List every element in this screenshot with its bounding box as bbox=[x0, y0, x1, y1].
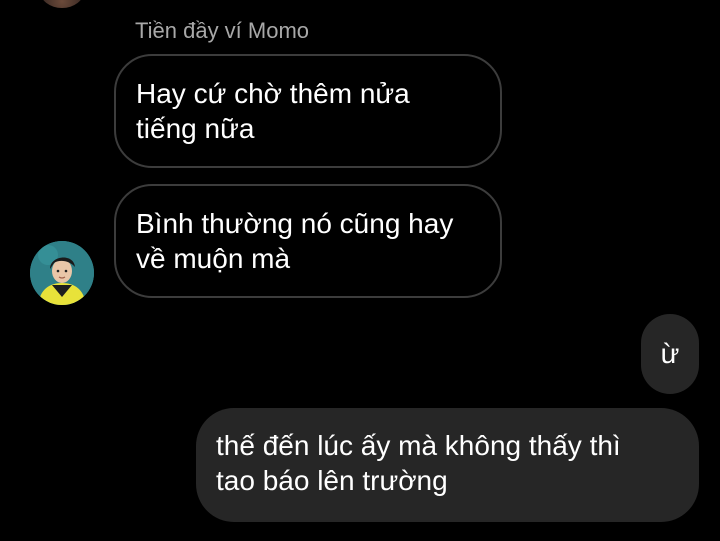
outgoing-message-bubble[interactable]: thế đến lúc ấy mà không thấy thì tao báo… bbox=[196, 408, 699, 522]
sender-name: Tiền đầy ví Momo bbox=[135, 18, 310, 43]
avatar-photo-icon bbox=[30, 241, 94, 305]
message-text-line: Hay cứ chờ thêm nửa bbox=[136, 78, 410, 109]
message-text-line: tiếng nữa bbox=[136, 113, 255, 144]
sender-avatar[interactable] bbox=[30, 241, 94, 305]
incoming-message-bubble[interactable]: Hay cứ chờ thêm nửa tiếng nữa bbox=[114, 54, 502, 168]
message-text-line: ừ bbox=[660, 338, 680, 369]
message-text-line: tao báo lên trường bbox=[216, 465, 448, 496]
incoming-message-bubble[interactable]: Bình thường nó cũng hay về muộn mà bbox=[114, 184, 502, 298]
message-text-line: về muộn mà bbox=[136, 243, 291, 274]
message-text-line: thế đến lúc ấy mà không thấy thì bbox=[216, 430, 621, 461]
outgoing-message-bubble[interactable]: ừ bbox=[641, 314, 699, 394]
previous-sender-avatar[interactable] bbox=[40, 0, 84, 8]
message-text-line: Bình thường nó cũng hay bbox=[136, 208, 454, 239]
